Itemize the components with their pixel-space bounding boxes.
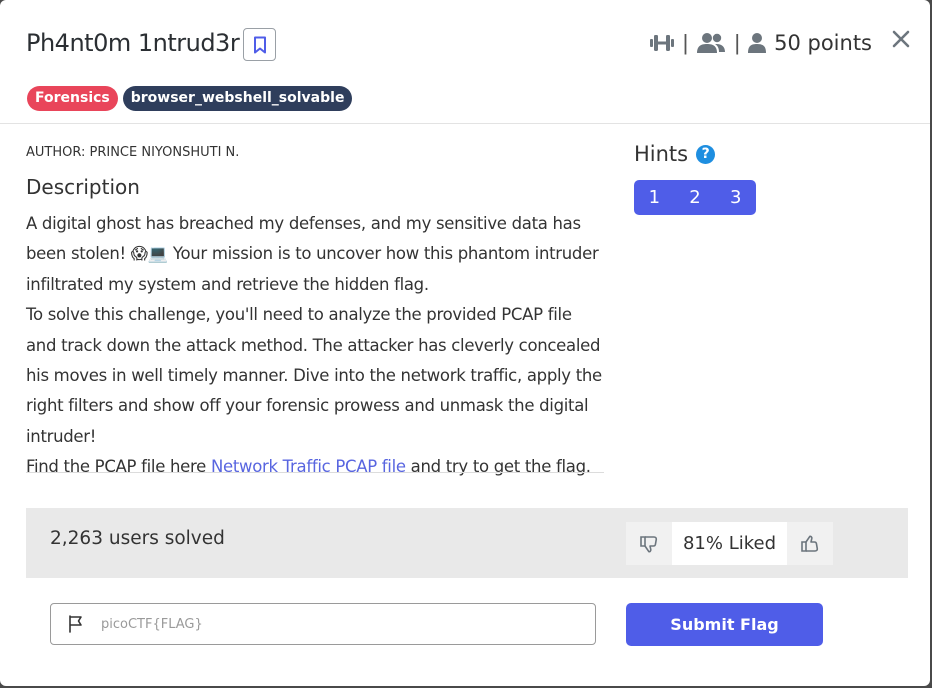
close-icon — [892, 30, 910, 48]
thumbs-down-icon — [640, 535, 658, 552]
points-label: 50 points — [774, 31, 872, 55]
description-text: Find the PCAP file here — [26, 457, 211, 477]
users-icon — [697, 33, 726, 53]
hints-panel: Hints ? 1 2 3 — [634, 142, 756, 215]
description-panel: AUTHOR: PRINCE NIYONSHUTI N. Description… — [26, 145, 604, 483]
submit-flag-button[interactable]: Submit Flag — [626, 603, 823, 646]
stats-bar: 2,263 users solved 81% Liked — [26, 508, 908, 578]
description-text: and try to get the flag. — [405, 457, 591, 477]
bookmark-button[interactable] — [243, 28, 276, 61]
challenge-modal: Ph4nt0m 1ntrud3r | | 50 points Forensics… — [0, 0, 930, 686]
bookmark-icon — [253, 36, 266, 53]
description-divider — [26, 472, 604, 473]
hint-3-button[interactable]: 3 — [715, 180, 756, 215]
meta-separator: | — [734, 30, 741, 55]
meta-separator: | — [682, 30, 689, 55]
tag-forensics[interactable]: Forensics — [27, 86, 118, 111]
flag-icon — [67, 615, 85, 633]
hints-title: Hints — [634, 142, 689, 166]
solved-count: 2,263 users solved — [50, 528, 225, 549]
dumbbell-icon — [649, 35, 674, 51]
description-paragraph: A digital ghost has breached my defenses… — [26, 214, 599, 294]
hints-heading: Hints ? — [634, 142, 756, 166]
tag-list: Forensics browser_webshell_solvable — [27, 86, 353, 111]
tag-browser-webshell[interactable]: browser_webshell_solvable — [122, 86, 353, 111]
hint-button-group: 1 2 3 — [634, 180, 756, 215]
description-paragraph: To solve this challenge, you'll need to … — [26, 305, 602, 446]
challenge-title: Ph4nt0m 1ntrud3r — [26, 29, 240, 57]
liked-percentage: 81% Liked — [682, 533, 777, 554]
close-button[interactable] — [892, 24, 910, 54]
hint-1-button[interactable]: 1 — [634, 180, 675, 215]
author-line: AUTHOR: PRINCE NIYONSHUTI N. — [26, 145, 240, 160]
pcap-file-link[interactable]: Network Traffic PCAP file — [211, 457, 406, 476]
dislike-button[interactable] — [626, 522, 672, 565]
thumbs-up-icon — [801, 535, 819, 552]
flag-input[interactable] — [101, 616, 521, 632]
hint-2-button[interactable]: 2 — [675, 180, 716, 215]
modal-header: Ph4nt0m 1ntrud3r | | 50 points Forensics… — [0, 0, 930, 124]
description-paragraph: Find the PCAP file here Network Traffic … — [26, 452, 604, 482]
help-icon[interactable]: ? — [696, 144, 716, 164]
rating-group: 81% Liked — [626, 522, 833, 565]
user-icon — [748, 33, 767, 53]
description-heading: Description — [26, 175, 140, 199]
description-body: A digital ghost has breached my defenses… — [26, 209, 604, 483]
like-button[interactable] — [787, 522, 833, 565]
challenge-meta: | | 50 points — [649, 28, 872, 58]
flag-input-group — [50, 603, 596, 645]
